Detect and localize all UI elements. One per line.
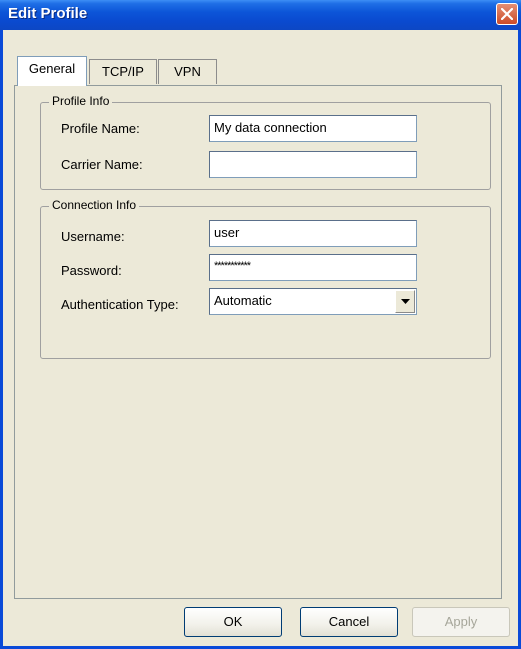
authentication-type-select[interactable]: Automatic [209,288,417,315]
profile-info-group: Profile Info Profile Name: My data conne… [40,94,491,190]
tab-vpn[interactable]: VPN [158,59,217,84]
connection-info-legend: Connection Info [49,198,140,212]
username-label: Username: [61,229,125,244]
cancel-button[interactable]: Cancel [300,607,398,637]
profile-info-legend: Profile Info [49,94,113,108]
authentication-type-label: Authentication Type: [61,297,179,312]
carrier-name-field[interactable] [209,151,417,178]
tab-general[interactable]: General [17,56,87,86]
username-field[interactable]: user [209,220,417,247]
close-icon [501,8,513,20]
profile-name-label: Profile Name: [61,121,140,136]
password-field[interactable]: *********** [209,254,417,281]
carrier-name-label: Carrier Name: [61,157,143,172]
window-title: Edit Profile [8,5,88,22]
title-bar[interactable]: Edit Profile [0,0,521,30]
general-tab-panel: Profile Info Profile Name: My data conne… [14,85,502,599]
chevron-down-icon [401,299,410,304]
apply-button[interactable]: Apply [412,607,510,637]
password-label: Password: [61,263,122,278]
connection-info-group: Connection Info Username: user Password:… [40,198,491,359]
authentication-type-value: Automatic [214,293,272,308]
tab-tcp-ip[interactable]: TCP/IP [89,59,157,84]
ok-button[interactable]: OK [184,607,282,637]
close-button[interactable] [496,3,518,25]
authentication-type-dropdown-button[interactable] [395,290,415,313]
profile-name-field[interactable]: My data connection [209,115,417,142]
